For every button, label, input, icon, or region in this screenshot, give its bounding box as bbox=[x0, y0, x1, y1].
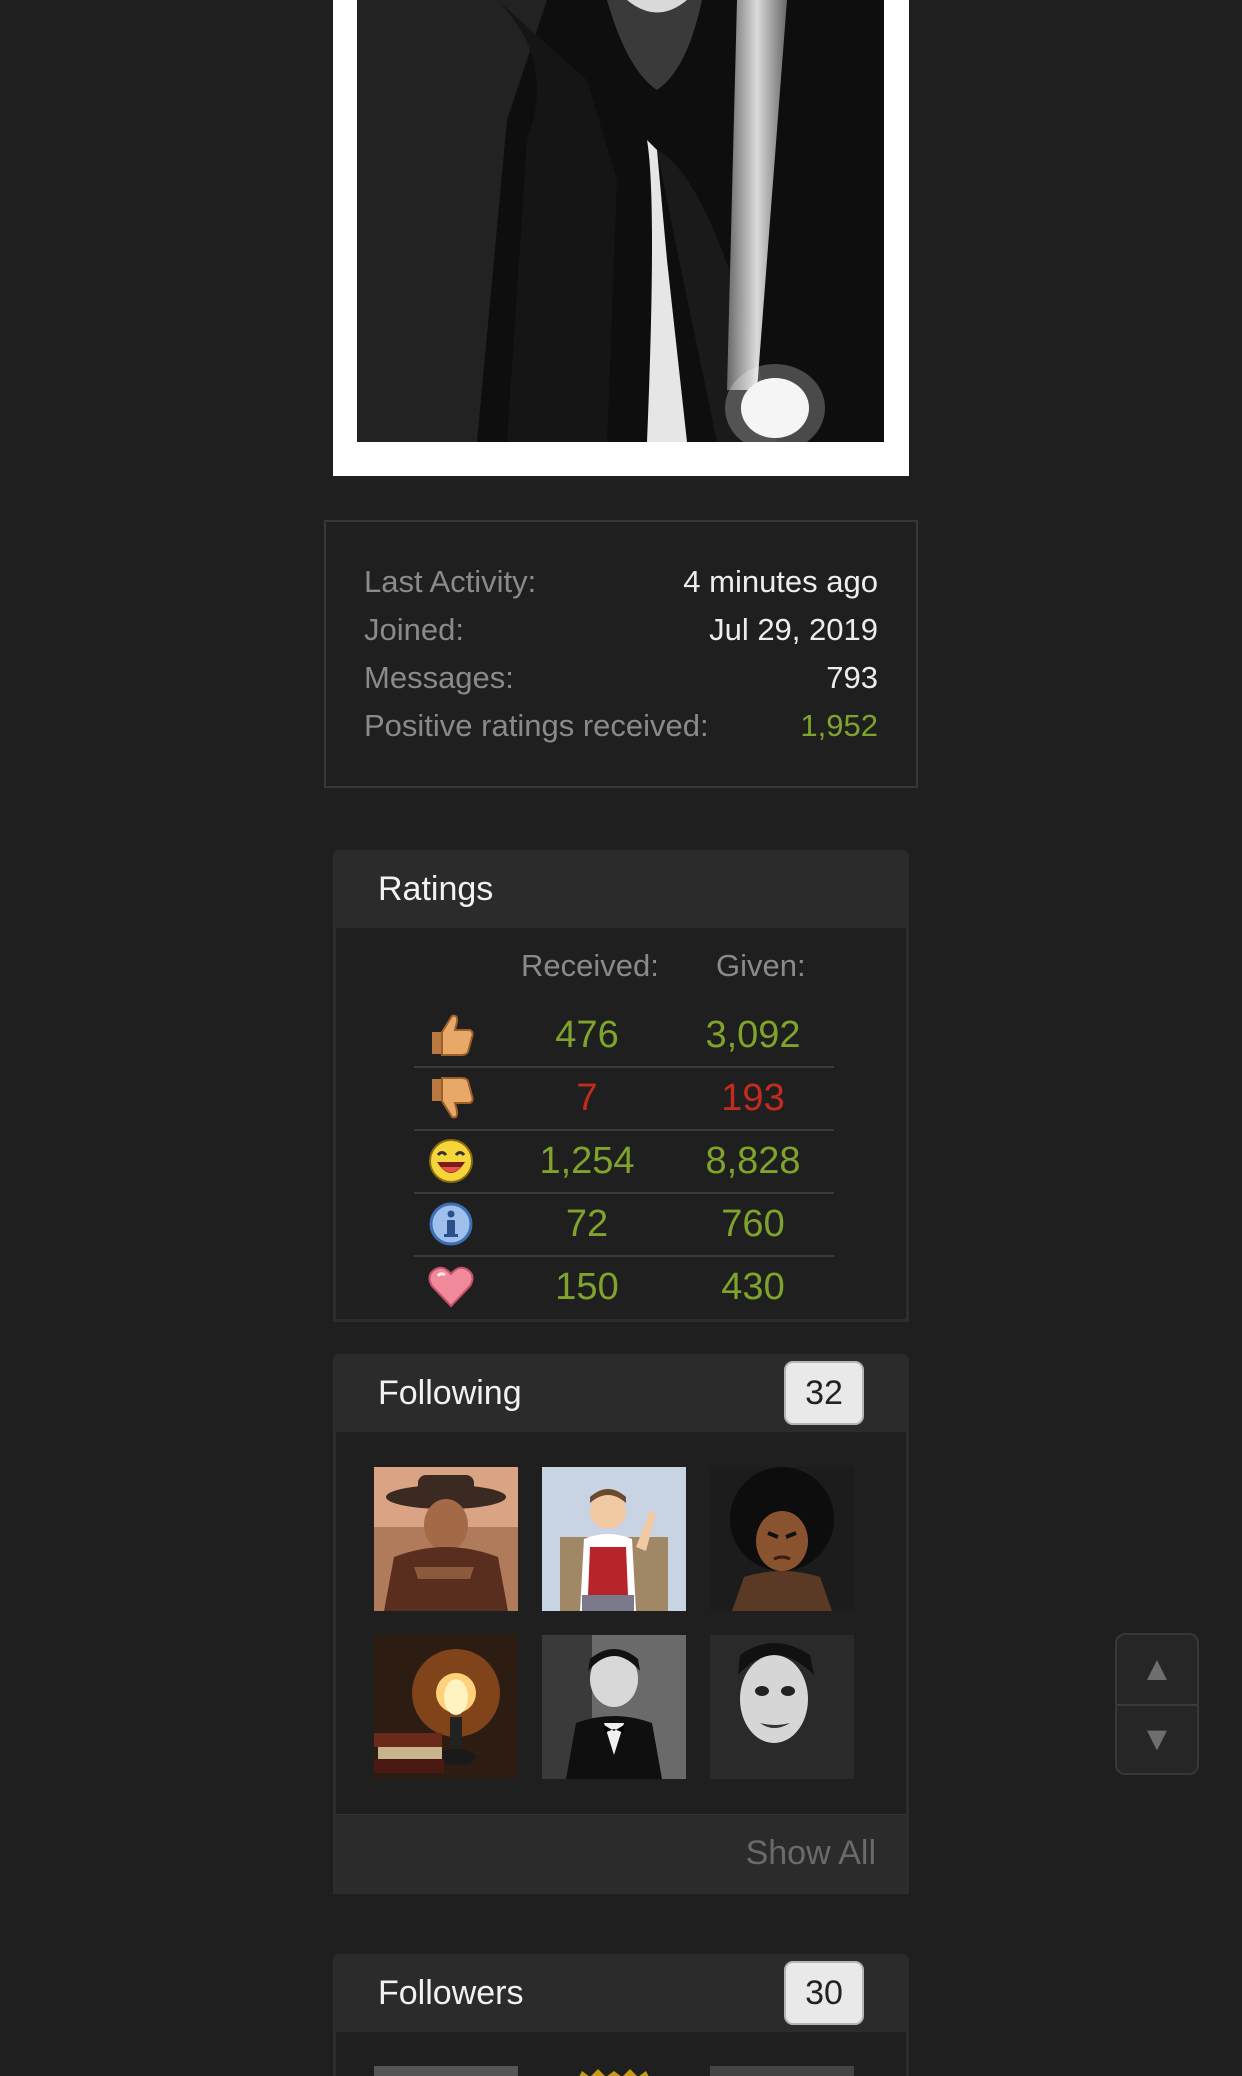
profile-stats-box: Last Activity: 4 minutes ago Joined: Jul… bbox=[324, 520, 918, 788]
stat-row-messages: Messages: 793 bbox=[364, 654, 878, 702]
stat-row-last-activity: Last Activity: 4 minutes ago bbox=[364, 558, 878, 606]
thumbs-up-icon bbox=[426, 1012, 476, 1058]
informative-received-count[interactable]: 72 bbox=[512, 1193, 662, 1255]
given-column-header: Given: bbox=[716, 948, 806, 983]
followers-avatar[interactable] bbox=[710, 2066, 854, 2076]
stat-label: Joined: bbox=[364, 612, 464, 647]
following-avatar-grid: Show All bbox=[333, 1432, 909, 1894]
like-received-count[interactable]: 476 bbox=[512, 1004, 662, 1066]
dislike-received-count[interactable]: 7 bbox=[512, 1067, 662, 1129]
funny-received-count[interactable]: 1,254 bbox=[512, 1130, 662, 1192]
following-avatar-tuxedo-man[interactable] bbox=[542, 1635, 686, 1779]
following-avatar-cowboy[interactable] bbox=[374, 1467, 518, 1611]
show-all-following-link[interactable]: Show All bbox=[746, 1815, 876, 1891]
received-column-header: Received: bbox=[521, 948, 659, 983]
last-activity-value: 4 minutes ago bbox=[683, 564, 878, 599]
following-avatar-white-face[interactable] bbox=[710, 1635, 854, 1779]
stat-row-joined: Joined: Jul 29, 2019 bbox=[364, 606, 878, 654]
dislike-given-count[interactable]: 193 bbox=[678, 1067, 828, 1129]
scroll-controls: ▲ ▼ bbox=[1115, 1633, 1199, 1775]
followers-header[interactable]: Followers 30 bbox=[333, 1954, 909, 2032]
rating-row-informative: 72 760 bbox=[414, 1193, 834, 1257]
following-avatar-cartoon-man[interactable] bbox=[542, 1467, 686, 1611]
heart-icon bbox=[426, 1264, 476, 1310]
scroll-to-bottom-button[interactable]: ▼ bbox=[1117, 1705, 1197, 1774]
followers-avatar[interactable] bbox=[374, 2066, 518, 2076]
stat-label: Last Activity: bbox=[364, 564, 537, 599]
followers-avatar-grid bbox=[333, 2030, 909, 2076]
profile-avatar-image[interactable] bbox=[357, 0, 884, 442]
laughing-face-icon bbox=[426, 1138, 476, 1184]
ratings-title: Ratings bbox=[378, 870, 494, 908]
rating-row-love: 150 430 bbox=[414, 1256, 834, 1318]
love-given-count[interactable]: 430 bbox=[678, 1256, 828, 1318]
following-title: Following bbox=[378, 1374, 522, 1412]
stat-label: Positive ratings received: bbox=[364, 708, 709, 743]
rating-row-like: 476 3,092 bbox=[414, 1004, 834, 1068]
rating-row-dislike: 7 193 bbox=[414, 1067, 834, 1131]
love-received-count[interactable]: 150 bbox=[512, 1256, 662, 1318]
ratings-table: Received: Given: 476 3,092 7 193 1,254 8… bbox=[333, 928, 909, 1322]
stat-row-positive-ratings: Positive ratings received: 1,952 bbox=[364, 702, 878, 750]
following-count-badge[interactable]: 32 bbox=[784, 1361, 864, 1425]
stat-label: Messages: bbox=[364, 660, 514, 695]
ratings-header: Ratings bbox=[333, 850, 909, 928]
like-given-count[interactable]: 3,092 bbox=[678, 1004, 828, 1066]
funny-given-count[interactable]: 8,828 bbox=[678, 1130, 828, 1192]
scroll-to-top-button[interactable]: ▲ bbox=[1117, 1635, 1197, 1706]
following-header[interactable]: Following 32 bbox=[333, 1354, 909, 1432]
thumbs-down-icon bbox=[426, 1075, 476, 1121]
show-all-bar: Show All bbox=[336, 1814, 906, 1891]
following-avatar-lamp-books[interactable] bbox=[374, 1635, 518, 1779]
joined-value: Jul 29, 2019 bbox=[709, 612, 878, 647]
info-icon bbox=[426, 1201, 476, 1247]
followers-count-badge[interactable]: 30 bbox=[784, 1961, 864, 2025]
positive-ratings-value: 1,952 bbox=[800, 708, 878, 743]
followers-avatar[interactable] bbox=[542, 2066, 686, 2076]
following-avatar-afro-cartoon[interactable] bbox=[710, 1467, 854, 1611]
messages-value[interactable]: 793 bbox=[826, 654, 878, 702]
informative-given-count[interactable]: 760 bbox=[678, 1193, 828, 1255]
followers-title: Followers bbox=[378, 1974, 524, 2012]
rating-row-funny: 1,254 8,828 bbox=[414, 1130, 834, 1194]
